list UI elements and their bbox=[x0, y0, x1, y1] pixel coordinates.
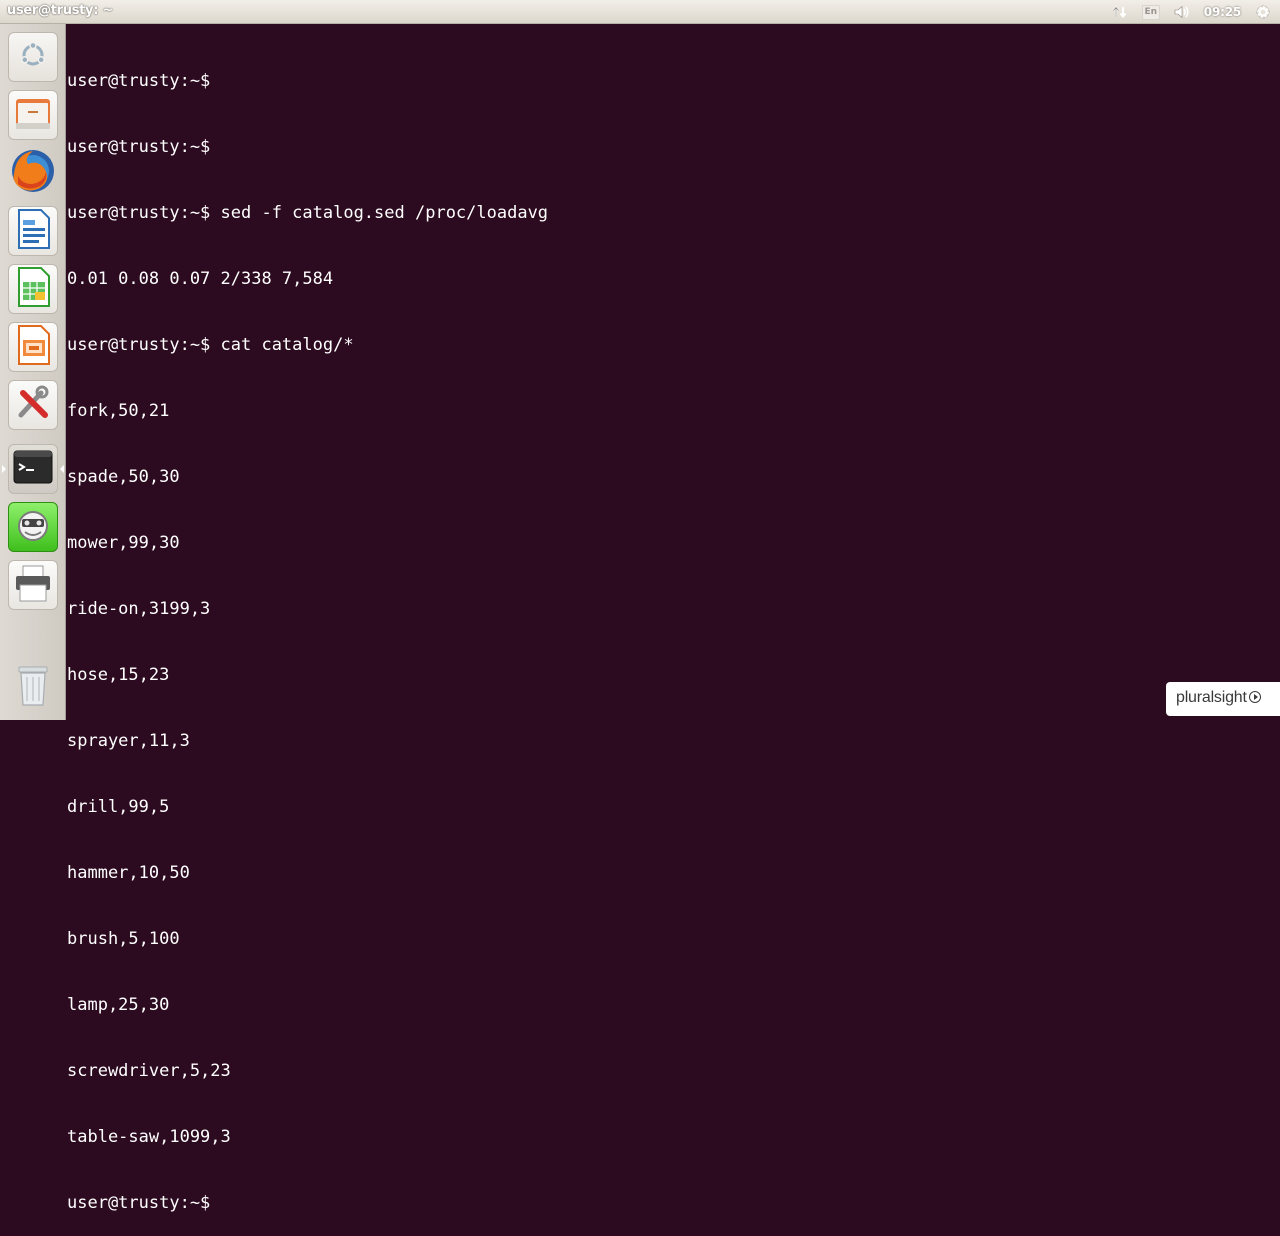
writer-icon bbox=[13, 208, 53, 254]
impress-icon bbox=[13, 324, 53, 370]
terminal-line: user@trusty:~$ cat catalog/* bbox=[67, 335, 354, 355]
volume-icon[interactable] bbox=[1173, 3, 1191, 21]
trash-icon bbox=[13, 663, 53, 711]
watermark-text: pluralsight bbox=[1176, 689, 1247, 706]
terminal-line: mower,99,30 bbox=[67, 533, 180, 553]
terminal-line: hammer,10,50 bbox=[67, 863, 190, 883]
terminal-line: screwdriver,5,23 bbox=[67, 1061, 231, 1081]
dash-home-button[interactable] bbox=[8, 32, 58, 82]
terminal-icon bbox=[13, 450, 53, 488]
terminal-line: sprayer,11,3 bbox=[67, 731, 190, 751]
gear-icon[interactable] bbox=[1254, 3, 1272, 21]
terminal-focus-indicator bbox=[60, 465, 64, 473]
network-arrows-icon[interactable] bbox=[1111, 3, 1129, 21]
terminal-line: 0.01 0.08 0.07 2/338 7,584 bbox=[67, 269, 334, 289]
terminal-line: hose,15,23 bbox=[67, 665, 170, 685]
recorder-button[interactable] bbox=[8, 502, 58, 552]
clock[interactable]: 09:25 bbox=[1204, 5, 1241, 19]
launcher bbox=[0, 24, 66, 720]
terminal-line: spade,50,30 bbox=[67, 467, 180, 487]
calc-button[interactable] bbox=[8, 264, 58, 314]
ubuntu-logo-icon bbox=[18, 40, 48, 74]
settings-tools-icon bbox=[13, 383, 53, 427]
files-button[interactable] bbox=[8, 90, 58, 140]
trash-button[interactable] bbox=[8, 662, 58, 712]
settings-button[interactable] bbox=[8, 380, 58, 430]
terminal-line: fork,50,21 bbox=[67, 401, 170, 421]
files-icon bbox=[13, 93, 53, 137]
pluralsight-watermark: pluralsight bbox=[1166, 682, 1280, 716]
indicator-area: En 09:25 bbox=[1111, 3, 1272, 21]
recorder-icon bbox=[13, 505, 53, 549]
terminal-line: user@trusty:~$ bbox=[67, 137, 211, 157]
window-title: user@trusty: ~ bbox=[7, 3, 113, 18]
terminal-line: drill,99,5 bbox=[67, 797, 170, 817]
terminal-line: lamp,25,30 bbox=[67, 995, 170, 1015]
impress-button[interactable] bbox=[8, 322, 58, 372]
printer-button[interactable] bbox=[8, 560, 58, 610]
terminal-prompt-line[interactable]: user@trusty:~$ bbox=[67, 1192, 1267, 1214]
terminal-line: brush,5,100 bbox=[67, 929, 180, 949]
top-panel: user@trusty: ~ En 09:25 bbox=[0, 0, 1280, 24]
firefox-button[interactable] bbox=[8, 148, 58, 198]
terminal-output[interactable]: user@trusty:~$ user@trusty:~$ user@trust… bbox=[67, 26, 1267, 1213]
terminal-line: table-saw,1099,3 bbox=[67, 1127, 231, 1147]
terminal-running-indicator bbox=[2, 465, 6, 473]
terminal-button[interactable] bbox=[8, 444, 58, 494]
keyboard-layout-icon[interactable]: En bbox=[1141, 4, 1160, 20]
terminal-line: user@trusty:~$ sed -f catalog.sed /proc/… bbox=[67, 203, 549, 223]
terminal-line: ride-on,3199,3 bbox=[67, 599, 211, 619]
firefox-icon bbox=[8, 146, 58, 200]
terminal-line: user@trusty:~$ bbox=[67, 71, 211, 91]
play-icon bbox=[1248, 691, 1261, 703]
printer-icon bbox=[13, 563, 53, 607]
writer-button[interactable] bbox=[8, 206, 58, 256]
calc-icon bbox=[13, 266, 53, 312]
